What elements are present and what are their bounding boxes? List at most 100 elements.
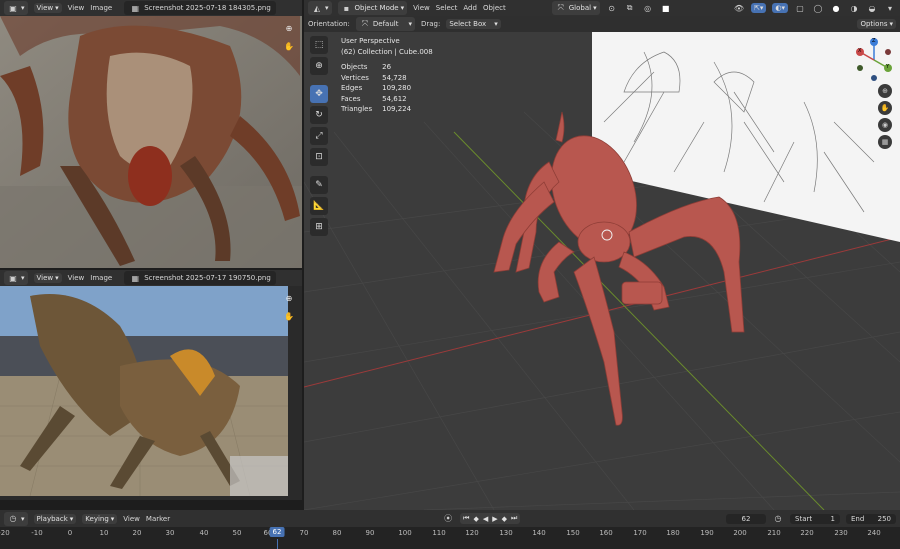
shading-options-icon[interactable]: ▾ (884, 2, 896, 14)
grid-icon: ▦ (881, 138, 889, 146)
timeline-header: ◷ ▾ Playback ▾ Keying ▾ View Marker ⦿ ⏮ ◆ ◀… (0, 510, 900, 527)
camera-icon: ◉ (881, 121, 889, 129)
gizmo-z-label: Z (872, 38, 876, 44)
zoom-icon: ⊕ (882, 87, 888, 95)
ruler-tick: 210 (767, 529, 781, 537)
viewport-overlay-text: User Perspective (62) Collection | Cube.… (341, 36, 433, 115)
add-menu[interactable]: Add (463, 4, 477, 12)
rotate-icon: ↻ (315, 110, 323, 120)
mode-dropdown[interactable]: ▪ Object Mode ▾ (337, 1, 408, 15)
select-box-tool[interactable]: ⬚ (310, 36, 328, 54)
shading-wire-icon[interactable]: ◯ (812, 2, 824, 14)
editor-type-button-bottom[interactable]: ▣ ▾ (4, 271, 28, 285)
3d-viewport[interactable]: ◭ ▾ ▪ Object Mode ▾ View Select Add Object … (304, 0, 900, 510)
snap-icon[interactable]: ⧉ (624, 2, 636, 14)
ruler-tick: 100 (398, 529, 412, 537)
drag-dropdown[interactable]: Select Box ▾ (446, 19, 501, 29)
jump-start-icon[interactable]: ⏮ (463, 514, 469, 523)
zoom-icon[interactable]: ⊕ (283, 22, 295, 34)
play-icon[interactable]: ▶ (492, 515, 497, 523)
pan-view-button[interactable]: ✋ (878, 101, 892, 115)
start-frame-field[interactable]: Start 1 (790, 513, 840, 524)
end-frame-field[interactable]: End 250 (846, 513, 896, 524)
scene-stats: Objects 26 Vertices 54,728 Edges 109,280 Fa… (341, 62, 421, 115)
view-dropdown-bottom[interactable]: View ▾ (33, 273, 62, 283)
playhead-frame[interactable]: 62 (269, 527, 285, 537)
image-editor-bottom-header: ▣ ▾ View ▾ View Image ▦ Screenshot 2025-07… (0, 270, 302, 286)
select-menu[interactable]: Select (436, 4, 458, 12)
active-collection-label: (62) Collection | Cube.008 (341, 47, 433, 56)
tool-shelf: ⬚ ⊕ ✥ ↻ ⤢ ⊡ ✎ 📐 ⊞ (310, 36, 328, 236)
image-tools-right-top: ⊕ ✋ (283, 22, 295, 52)
cursor-tool[interactable]: ⊕ (310, 57, 328, 75)
keying-dropdown[interactable]: Keying ▾ (82, 513, 118, 524)
zoom-view-button[interactable]: ⊕ (878, 84, 892, 98)
pivot-icon[interactable]: ⊙ (606, 2, 618, 14)
move-icon: ✥ (315, 89, 323, 99)
view-menu-bottom[interactable]: View (68, 274, 85, 282)
hand-pan-icon[interactable]: ✋ (283, 40, 295, 52)
current-frame-field[interactable]: 62 (726, 513, 766, 524)
timeline-marker-menu[interactable]: Marker (146, 515, 170, 523)
options-dropdown[interactable]: Options ▾ (857, 19, 896, 29)
overlay-toggle[interactable]: ◐▾ (772, 3, 788, 13)
shading-material-icon[interactable]: ◑ (848, 2, 860, 14)
proportional-edit-icon[interactable]: ◎ (642, 2, 654, 14)
3d-viewport-icon: ◭ (313, 3, 321, 13)
ruler-tick: 190 (700, 529, 714, 537)
orientation-dropdown[interactable]: ⤧ Default ▾ (355, 17, 415, 31)
zoom-icon[interactable]: ⊕ (283, 292, 295, 304)
image-icon: ▦ (131, 3, 139, 13)
scale-tool[interactable]: ⤢ (310, 127, 328, 145)
editor-type-timeline[interactable]: ◷ ▾ (4, 511, 28, 526)
image-menu[interactable]: Image (90, 4, 112, 12)
shading-render-icon[interactable]: ◒ (866, 2, 878, 14)
ortho-toggle-button[interactable]: ▦ (878, 135, 892, 149)
hand-pan-icon: ✋ (880, 104, 890, 112)
timeline-view-menu[interactable]: View (123, 515, 140, 523)
auto-key-icon[interactable]: ⦿ (442, 513, 454, 525)
transform-tool[interactable]: ⊡ (310, 148, 328, 166)
editor-type-button[interactable]: ▣ ▾ (4, 1, 28, 15)
navigation-buttons: ⊕ ✋ ◉ ▦ (878, 84, 892, 149)
image-name-bottom: Screenshot 2025-07-17 190750.png (144, 274, 271, 282)
timeline-editor: ◷ ▾ Playback ▾ Keying ▾ View Marker ⦿ ⏮ ◆ ◀… (0, 510, 900, 549)
image-menu-bottom[interactable]: Image (90, 274, 112, 282)
ruler-tick: 140 (532, 529, 546, 537)
xray-icon[interactable]: ▢ (794, 2, 806, 14)
editor-type-3d[interactable]: ◭ ▾ (308, 1, 332, 15)
jump-end-icon[interactable]: ⏭ (511, 514, 517, 523)
stopwatch-icon[interactable]: ◷ (772, 513, 784, 525)
playback-dropdown[interactable]: Playback ▾ (33, 513, 77, 524)
play-reverse-icon[interactable]: ◀ (483, 515, 488, 523)
prev-key-icon[interactable]: ◆ (473, 515, 478, 523)
move-tool[interactable]: ✥ (310, 85, 328, 103)
ruler-tick: 200 (733, 529, 747, 537)
image-browse[interactable]: ▦ Screenshot 2025-07-18 184305.png (124, 1, 276, 15)
next-key-icon[interactable]: ◆ (502, 515, 507, 523)
add-cube-tool[interactable]: ⊞ (310, 218, 328, 236)
gizmo-toggle[interactable]: ⇱▾ (750, 3, 767, 13)
measure-tool[interactable]: 📐 (310, 197, 328, 215)
view-dropdown[interactable]: View ▾ (33, 3, 62, 13)
color-swatch-icon[interactable]: ■ (660, 2, 672, 14)
visibility-icon[interactable]: 👁 (733, 2, 745, 14)
image-browse-bottom[interactable]: ▦ Screenshot 2025-07-17 190750.png (124, 271, 276, 285)
ruler-tick: 220 (800, 529, 814, 537)
rotate-tool[interactable]: ↻ (310, 106, 328, 124)
view-menu[interactable]: View (68, 4, 85, 12)
frame-ruler[interactable]: -20 -10 0 10 20 30 40 50 60 62 70 80 90 … (0, 527, 900, 549)
transform-orientation-dropdown[interactable]: ⤧ Global ▾ (551, 1, 600, 15)
camera-view-button[interactable]: ◉ (878, 118, 892, 132)
object-menu[interactable]: Object (483, 4, 506, 12)
stat-row: Edges 109,280 (341, 84, 412, 92)
stat-row: Faces 54,612 (341, 94, 407, 103)
view-menu-3d[interactable]: View (413, 4, 430, 12)
navigation-gizmo[interactable]: Z Y X (852, 38, 896, 82)
shading-solid-icon[interactable]: ● (830, 2, 842, 14)
annotate-tool[interactable]: ✎ (310, 176, 328, 194)
stat-row: Objects 26 (341, 63, 392, 71)
orientation-label: Orientation: (308, 20, 350, 28)
ruler-tick: 30 (165, 529, 175, 537)
hand-pan-icon[interactable]: ✋ (283, 310, 295, 322)
